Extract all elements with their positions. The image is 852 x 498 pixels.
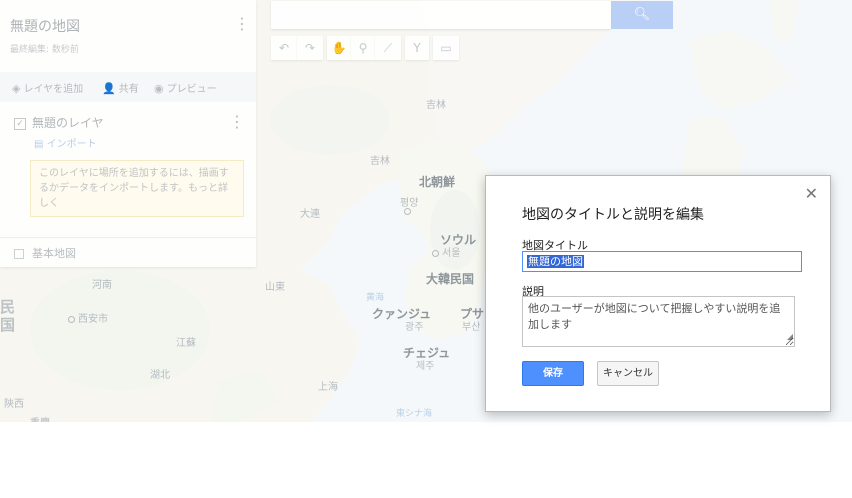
search-button[interactable]: 🔍︎ [611,1,673,29]
map-label-seoul-kr: 서울 [432,244,460,259]
draw-line-button[interactable]: ⟋ [375,36,401,60]
map-label: 江蘇 [176,338,196,349]
last-edited-text: 最終編集: 数秒前 [10,45,79,55]
preview-button[interactable]: ◉ プレビュー [154,80,217,95]
file-icon: ▤ [34,139,47,150]
map-label-north-korea: 北朝鮮 [419,175,456,189]
resize-handle-icon[interactable]: ◢ [787,329,793,345]
map-label: 湖北 [150,370,170,381]
search-input[interactable] [271,1,611,29]
map-label: 吉林 [370,156,390,167]
layers-icon: ◈ [12,82,21,95]
add-person-icon: 👤 [102,82,116,95]
divider [0,237,256,238]
map-label-busan-kr: 부산 [462,322,481,333]
draw-line-icon: ⟋ [383,41,393,55]
map-city-dot [404,206,414,217]
layer-help-tip: このレイヤに場所を追加するには、描画するかデータをインポートします。もっと詳しく [30,160,244,217]
eye-icon: ◉ [154,82,164,95]
description-field[interactable]: 他のユーザーが地図について把握しやすい説明を追加します ◢ [522,296,795,347]
import-link[interactable]: ▤ インポート [34,135,97,150]
add-directions-button[interactable]: Y [405,36,429,60]
layers-panel: 無題の地図 最終編集: 数秒前 ⋮ ◈ レイヤを追加 👤 共有 ◉ プレビュー ✓ 無題… [0,0,256,267]
map-label: 河南 [92,280,112,291]
undo-button[interactable]: ↶ [271,36,297,60]
layer-item[interactable]: ✓ 無題のレイヤ [14,114,104,131]
add-layer-button[interactable]: ◈ レイヤを追加 [12,80,83,95]
share-button[interactable]: 👤 共有 [102,80,139,95]
undo-icon: ↶ [278,41,290,55]
description-placeholder: 他のユーザーが地図について把握しやすい説明を追加します [528,302,781,331]
map-label-sea: 黄海 [366,293,385,303]
cancel-button[interactable]: キャンセル [597,361,659,386]
add-marker-button[interactable]: ⚲ [351,36,375,60]
marker-icon: ⚲ [358,41,368,55]
map-label: 重慶 [30,414,50,422]
map-label-sea: 東シナ海 [396,409,433,419]
close-icon[interactable]: ✕ [805,186,818,202]
map-label: 山東 [265,282,285,293]
map-title-field[interactable]: 無題の地図 [522,251,802,272]
map-label: 吉林 [426,100,446,111]
dialog-title: 地図のタイトルと説明を編集 [522,207,704,223]
map-label: 陝西 [4,399,24,410]
search-icon: 🔍︎ [633,7,651,22]
map-label-china: 国 [0,316,16,334]
pan-tool-button[interactable]: ✋ [327,36,351,60]
hand-icon: ✋ [331,41,347,55]
base-map-item[interactable]: 基本地図 [14,245,76,261]
map-title-value: 無題の地図 [527,255,584,268]
panel-actions-bar: ◈ レイヤを追加 👤 共有 ◉ プレビュー [0,72,256,102]
map-label-jeju-kr: 제주 [416,361,435,372]
map-label-south-korea: 大韓民国 [426,272,475,286]
measure-button[interactable]: ▭ [433,36,459,60]
map-label-xian: 西安市 [68,310,108,325]
redo-icon: ↷ [304,41,316,55]
map-options-more-icon[interactable]: ⋮ [234,16,250,32]
ruler-icon: ▭ [440,41,452,55]
save-button[interactable]: 保存 [522,361,584,386]
layer-options-more-icon[interactable]: ⋮ [229,114,245,130]
layer-checkbox[interactable]: ✓ [14,117,26,130]
map-title[interactable]: 無題の地図 [10,16,80,36]
map-label: 大連 [300,209,320,220]
base-map-toggle-icon[interactable] [14,249,24,259]
map-label-shanghai: 上海 [318,382,338,393]
map-label-gwangju-kr: 광주 [405,322,424,333]
redo-button[interactable]: ↷ [297,36,323,60]
directions-icon: Y [413,41,421,55]
edit-title-dialog: ✕ 地図のタイトルと説明を編集 地図タイトル 無題の地図 説明 他のユーザーが地… [485,175,831,412]
